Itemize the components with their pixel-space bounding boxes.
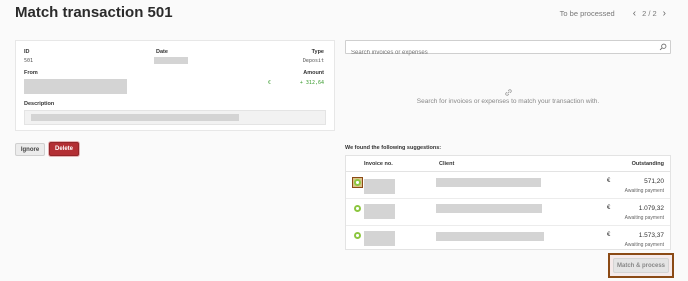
column-invoice: Invoice no. xyxy=(364,161,393,167)
description-label: Description xyxy=(24,101,55,107)
type-label: Type xyxy=(311,49,324,55)
date-value-redacted xyxy=(154,57,188,64)
client-redacted xyxy=(436,232,544,241)
transaction-card: ID 501 Date Type Deposit From Amount € +… xyxy=(15,40,335,131)
suggestions-table: Invoice no. Client Outstanding € 571,20 … xyxy=(345,155,671,250)
row-amount: 571,20 xyxy=(644,178,664,185)
id-value: 501 xyxy=(24,58,34,64)
status-label: To be processed xyxy=(559,9,615,18)
page-counter: 2 / 2 xyxy=(642,9,657,18)
row-status: Awaiting payment xyxy=(624,188,664,194)
radio-dot-icon xyxy=(354,179,361,186)
ignore-button[interactable]: Ignore xyxy=(15,143,45,156)
search-input[interactable] xyxy=(346,47,646,59)
row-amount: 1.573,37 xyxy=(638,232,664,239)
match-transaction-page: Match transaction 501 To be processed ‹ … xyxy=(0,0,688,281)
row-status: Awaiting payment xyxy=(624,242,664,248)
amount-label: Amount xyxy=(303,70,324,76)
row-amount: 1.079,32 xyxy=(638,205,664,212)
from-label: From xyxy=(24,70,38,76)
description-value-redacted xyxy=(31,114,239,121)
delete-button[interactable]: Delete xyxy=(49,142,79,156)
table-row[interactable]: € 1.573,37 Awaiting payment xyxy=(346,227,670,253)
client-redacted xyxy=(436,178,541,187)
row-status: Awaiting payment xyxy=(624,215,664,221)
table-row[interactable]: € 1.079,32 Awaiting payment xyxy=(346,200,670,226)
invoice-no-redacted xyxy=(364,231,395,246)
search-empty-text: Search for invoices or expenses to match… xyxy=(416,98,600,105)
description-box xyxy=(24,110,326,125)
id-label: ID xyxy=(24,49,30,55)
search-icon[interactable] xyxy=(659,43,667,51)
radio-unselected[interactable] xyxy=(354,205,361,212)
type-value: Deposit xyxy=(302,58,324,64)
amount-value: + 312,64 xyxy=(299,80,324,86)
table-row[interactable]: € 571,20 Awaiting payment xyxy=(346,173,670,199)
page-title: Match transaction 501 xyxy=(15,4,173,21)
amount-currency: € xyxy=(268,80,272,86)
client-redacted xyxy=(436,204,542,213)
row-currency: € xyxy=(607,178,611,184)
row-currency: € xyxy=(607,232,611,238)
radio-selected[interactable] xyxy=(352,177,363,188)
pager: To be processed ‹ 2 / 2 › xyxy=(560,8,670,19)
chevron-right-icon[interactable]: › xyxy=(663,8,666,19)
table-header: Invoice no. Client Outstanding xyxy=(346,156,670,172)
from-value-redacted xyxy=(24,79,127,94)
match-button-highlight: Match & process xyxy=(608,253,674,278)
match-process-button[interactable]: Match & process xyxy=(613,258,669,273)
date-label: Date xyxy=(156,49,168,55)
radio-unselected[interactable] xyxy=(354,232,361,239)
link-icon xyxy=(505,89,512,96)
invoice-no-redacted xyxy=(364,204,395,219)
invoice-no-redacted xyxy=(364,179,395,194)
chevron-left-icon[interactable]: ‹ xyxy=(633,8,636,19)
column-outstanding: Outstanding xyxy=(631,161,664,167)
suggestions-title: We found the following suggestions: xyxy=(345,145,442,151)
search-box xyxy=(345,40,671,59)
column-client: Client xyxy=(439,161,455,167)
row-currency: € xyxy=(607,205,611,211)
